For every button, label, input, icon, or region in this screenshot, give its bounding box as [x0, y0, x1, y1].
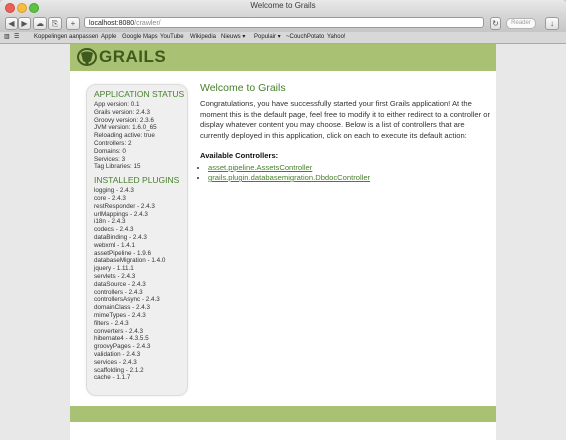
window-title: Welcome to Grails	[250, 1, 316, 10]
plugin-item: urlMappings - 2.4.3	[94, 210, 148, 218]
plugin-item: restResponder - 2.4.3	[94, 202, 155, 210]
bookmark-item[interactable]: Apple	[101, 32, 116, 43]
plugin-item: validation - 2.4.3	[94, 350, 141, 358]
bookmark-item[interactable]: Koppelingen aanpassen	[34, 32, 98, 43]
status-item: App version: 0.1	[94, 101, 140, 108]
plugin-list: logging - 2.4.3 core - 2.4.3 restResponder…	[87, 187, 187, 382]
share-icon: ⎘	[51, 19, 59, 28]
plugin-item: i18n - 2.4.3	[94, 218, 126, 226]
plugin-item: logging - 2.4.3	[94, 187, 134, 195]
plugin-item: hibernate4 - 4.3.5.5	[94, 335, 149, 343]
refresh-button[interactable]: ↻	[490, 17, 501, 30]
plugin-item: servlets - 2.4.3	[94, 272, 136, 280]
plugin-item: cache - 1.1.7	[94, 374, 131, 382]
controller-item: grails.plugin.databasemigration.DbdocCon…	[208, 173, 490, 184]
controller-link[interactable]: grails.plugin.databasemigration.DbdocCon…	[208, 173, 370, 182]
intro-paragraph: Congratulations, you have successfully s…	[200, 99, 490, 140]
bookmarks-bar: ▥ ☰ Koppelingen aanpassen Apple Google M…	[0, 32, 566, 44]
status-item: Reloading active: true	[94, 132, 155, 140]
plugin-item: webxml - 1.4.1	[94, 241, 135, 249]
url-path: /crawler/	[134, 20, 161, 27]
download-icon: ↓	[550, 19, 554, 28]
forward-arrow-icon: ▶	[21, 19, 28, 28]
plugin-item: converters - 2.4.3	[94, 327, 143, 335]
controller-item: asset.pipeline.AssetsController	[208, 163, 490, 174]
main-content: Welcome to Grails Congratulations, you h…	[200, 82, 490, 184]
plugin-item: core - 2.4.3	[94, 194, 126, 202]
grails-logo-icon	[77, 48, 97, 66]
plus-icon: +	[70, 19, 76, 28]
url-host: localhost:8080	[89, 20, 135, 27]
share-button[interactable]: ⎘	[48, 17, 62, 30]
plugin-item: assetPipeline - 1.9.6	[94, 249, 152, 257]
plugin-item: codecs - 2.4.3	[94, 226, 134, 234]
sidebar-toggle-button[interactable]: ☁	[33, 17, 47, 30]
browser-toolbar: ◀ ▶ ☁ ⎘ + localhost:8080/crawler/ ↻ Read…	[0, 15, 566, 32]
bookmarks-icon[interactable]: ☰	[14, 32, 19, 43]
status-item: Controllers: 2	[94, 139, 132, 147]
installed-plugins-heading: INSTALLED PLUGINS	[94, 175, 180, 186]
address-bar[interactable]: localhost:8080/crawler/	[84, 17, 484, 28]
downloads-button[interactable]: ↓	[545, 17, 559, 30]
bookmark-item[interactable]: YouTube	[160, 32, 184, 43]
site-footer	[70, 406, 496, 422]
status-item: Domains: 0	[94, 147, 126, 155]
browser-window: Welcome to Grails ◀ ▶ ☁ ⎘ + localhost:80…	[0, 0, 566, 440]
bookmark-item[interactable]: ~CouchPotato	[286, 32, 324, 43]
plugin-item: mimeTypes - 2.4.3	[94, 311, 146, 319]
back-button[interactable]: ◀	[5, 17, 18, 30]
grails-logo-text[interactable]: GRAILS	[99, 47, 166, 67]
site-header: GRAILS	[70, 44, 496, 71]
status-item: JVM version: 1.6.0_65	[94, 124, 157, 132]
status-panel: APPLICATION STATUS App version: 0.1 Grail…	[86, 84, 188, 396]
controller-list: asset.pipeline.AssetsControllergrails.pl…	[200, 163, 490, 184]
status-item: Grails version: 2.4.3	[94, 108, 150, 116]
application-status-heading: APPLICATION STATUS	[94, 89, 185, 99]
plugin-item: groovyPages - 2.4.3	[94, 343, 151, 351]
plugin-item: dataSource - 2.4.3	[94, 280, 146, 288]
plugin-item: jquery - 1.11.1	[94, 265, 134, 273]
grails-site: GRAILS APPLICATION STATUS App version: 0…	[70, 44, 496, 440]
reading-list-icon[interactable]: ▥	[4, 32, 10, 43]
back-arrow-icon: ◀	[8, 19, 15, 28]
plugin-item: filters - 2.4.3	[94, 319, 129, 327]
page-title: Welcome to Grails	[200, 82, 286, 94]
new-tab-button[interactable]: +	[66, 17, 80, 30]
forward-button[interactable]: ▶	[18, 17, 31, 30]
controllers-heading: Available Controllers:	[200, 151, 279, 160]
plugin-item: scaffolding - 2.1.2	[94, 366, 144, 374]
plugin-item: controllersAsync - 2.4.3	[94, 296, 160, 304]
plugin-item: controllers - 2.4.3	[94, 288, 143, 296]
cloud-icon: ☁	[36, 19, 44, 28]
status-item: Tag Libraries: 15	[94, 163, 141, 171]
bookmark-item[interactable]: Populair ▾	[254, 32, 281, 43]
bookmark-item[interactable]: Google Maps	[122, 32, 158, 43]
plugin-item: domainClass - 2.4.3	[94, 304, 150, 312]
reader-button[interactable]: Reader	[506, 18, 536, 29]
page-viewport: GRAILS APPLICATION STATUS App version: 0…	[0, 44, 566, 440]
controller-link[interactable]: asset.pipeline.AssetsController	[208, 163, 312, 172]
refresh-icon: ↻	[492, 19, 499, 28]
plugin-item: databaseMigration - 1.4.0	[94, 257, 166, 265]
bookmark-item[interactable]: Wikipedia	[190, 32, 216, 43]
bookmark-item[interactable]: Nieuws ▾	[221, 32, 245, 43]
status-item: Groovy version: 2.3.6	[94, 116, 154, 124]
title-bar: Welcome to Grails	[0, 0, 566, 15]
plugin-item: services - 2.4.3	[94, 358, 137, 366]
plugin-item: dataBinding - 2.4.3	[94, 233, 147, 241]
status-list: App version: 0.1 Grails version: 2.4.3 Gro…	[87, 101, 187, 171]
bookmark-item[interactable]: Yahoo!	[327, 32, 346, 43]
status-item: Services: 3	[94, 155, 126, 163]
